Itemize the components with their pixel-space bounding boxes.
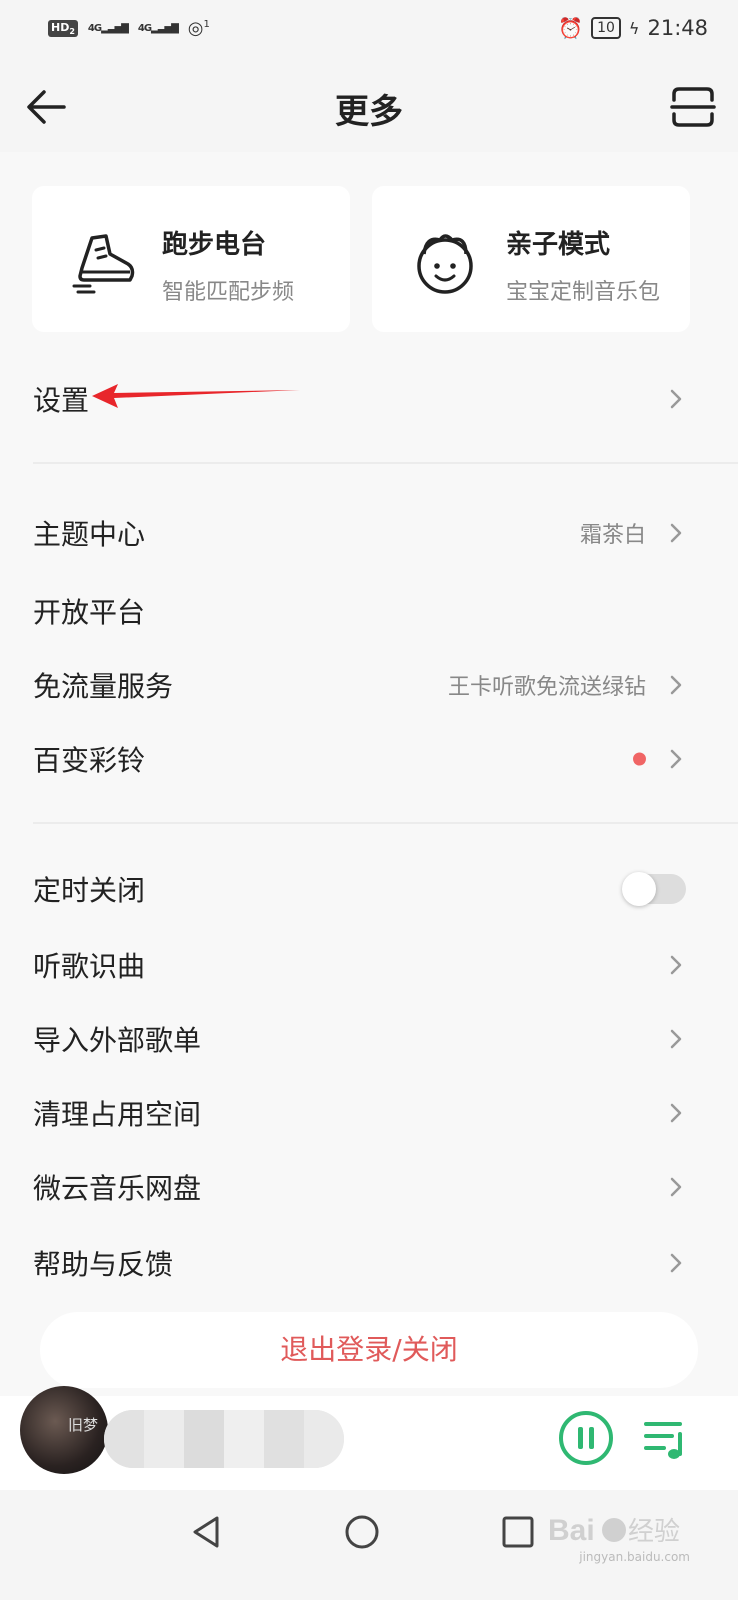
open-platform-row[interactable]: 开放平台	[0, 576, 738, 646]
svg-text:Bai: Bai	[548, 1514, 595, 1547]
divider	[33, 822, 738, 824]
row-label: 微云音乐网盘	[33, 1172, 202, 1205]
sim2-signal-icon: 4G▂▃▅▇	[137, 23, 179, 34]
nav-home-circle-icon[interactable]	[340, 1510, 384, 1554]
chevron-right-icon	[670, 749, 682, 769]
baidu-watermark-logo: Bai 经验	[548, 1514, 680, 1547]
sleep-timer-toggle[interactable]	[622, 872, 686, 906]
toggle-knob	[622, 872, 656, 906]
mini-player: 旧梦	[0, 1386, 738, 1490]
blur-cell	[144, 1410, 184, 1468]
card-title: 跑步电台	[162, 230, 267, 260]
free-data-value: 王卡听歌免流送绿钻	[447, 675, 646, 700]
nav-recent-square-icon[interactable]	[496, 1510, 540, 1554]
chevron-right-icon	[670, 1029, 682, 1049]
clean-storage-row[interactable]: 清理占用空间	[0, 1078, 738, 1148]
album-text: 旧梦	[68, 1416, 99, 1434]
divider	[33, 462, 738, 464]
weiyun-disk-row[interactable]: 微云音乐网盘	[0, 1152, 738, 1222]
blur-cell	[184, 1410, 224, 1468]
notification-dot	[633, 752, 646, 766]
sim1-signal-icon: 4G▂▃▅▇	[87, 23, 129, 34]
nav-back-triangle-icon[interactable]	[185, 1510, 229, 1554]
row-label: 帮助与反馈	[33, 1248, 174, 1281]
chevron-right-icon	[670, 1177, 682, 1197]
status-bar: HD2 4G▂▃▅▇ 4G▂▃▅▇ ◎1 ⏰ 10 ϟ 21:48	[0, 0, 738, 62]
sleep-timer-row[interactable]: 定时关闭	[0, 854, 738, 924]
import-playlist-row[interactable]: 导入外部歌单	[0, 1004, 738, 1074]
blur-cell	[304, 1410, 344, 1468]
running-radio-card[interactable]: 跑步电台 智能匹配步频	[32, 186, 350, 332]
theme-value: 霜茶白	[579, 523, 646, 548]
logout-button[interactable]: 退出登录/关闭	[40, 1312, 698, 1388]
chevron-right-icon	[670, 1103, 682, 1123]
chevron-right-icon	[670, 1253, 682, 1273]
settings-label: 设置	[33, 384, 90, 417]
row-label: 百变彩铃	[33, 744, 146, 777]
watermark-url: jingyan.baidu.com	[579, 1550, 690, 1564]
blur-cell	[224, 1410, 264, 1468]
row-label: 清理占用空间	[33, 1098, 202, 1131]
playlist-button[interactable]	[640, 1416, 690, 1462]
help-feedback-row[interactable]: 帮助与反馈	[0, 1228, 738, 1298]
baby-face-icon	[417, 234, 473, 294]
row-label: 听歌识曲	[33, 950, 146, 983]
clock-time: 21:48	[647, 16, 708, 40]
card-subtitle: 智能匹配步频	[162, 280, 295, 305]
battery-indicator: 10	[591, 17, 621, 39]
blur-cell	[264, 1410, 304, 1468]
row-label: 主题中心	[33, 518, 146, 551]
chevron-right-icon	[670, 675, 682, 695]
card-title: 亲子模式	[506, 230, 611, 260]
header: 更多	[0, 62, 738, 152]
row-label: 免流量服务	[33, 670, 174, 703]
page-title: 更多	[335, 92, 403, 132]
card-subtitle: 宝宝定制音乐包	[506, 280, 661, 305]
chevron-right-icon	[670, 389, 682, 409]
chevron-right-icon	[670, 955, 682, 975]
album-art[interactable]: 旧梦	[20, 1386, 108, 1474]
free-data-service-row[interactable]: 免流量服务 王卡听歌免流送绿钻	[0, 650, 738, 720]
hd-badge: HD2	[48, 19, 78, 38]
running-shoe-icon	[72, 234, 135, 294]
system-nav-bar: Bai 经验 jingyan.baidu.com	[0, 1490, 738, 1600]
row-label: 开放平台	[33, 596, 146, 629]
row-label: 定时关闭	[33, 874, 146, 907]
alarm-icon: ⏰	[558, 16, 584, 40]
pause-button[interactable]	[558, 1410, 614, 1466]
status-left: HD2 4G▂▃▅▇ 4G▂▃▅▇ ◎1	[48, 18, 210, 39]
ringtone-row[interactable]: 百变彩铃	[0, 724, 738, 794]
theme-center-row[interactable]: 主题中心 霜茶白	[0, 498, 738, 568]
svg-text:经验: 经验	[628, 1516, 680, 1546]
hotspot-icon: ◎1	[187, 18, 210, 39]
scan-button[interactable]	[668, 84, 718, 130]
red-arrow-annotation	[92, 384, 300, 408]
song-info-blurred[interactable]	[104, 1410, 344, 1468]
content-area: 跑步电台 智能匹配步频 亲子模式 宝宝定制音乐包 设置 主题中心 霜茶白 开放平…	[0, 152, 738, 1396]
charging-icon: ϟ	[628, 18, 640, 38]
status-right: ⏰ 10 ϟ 21:48	[558, 16, 708, 40]
parent-child-card[interactable]: 亲子模式 宝宝定制音乐包	[372, 186, 690, 332]
scan-icon	[670, 87, 716, 127]
blur-cell	[104, 1410, 144, 1468]
song-recognition-row[interactable]: 听歌识曲	[0, 930, 738, 1000]
chevron-right-icon	[670, 523, 682, 543]
row-label: 导入外部歌单	[33, 1024, 202, 1057]
